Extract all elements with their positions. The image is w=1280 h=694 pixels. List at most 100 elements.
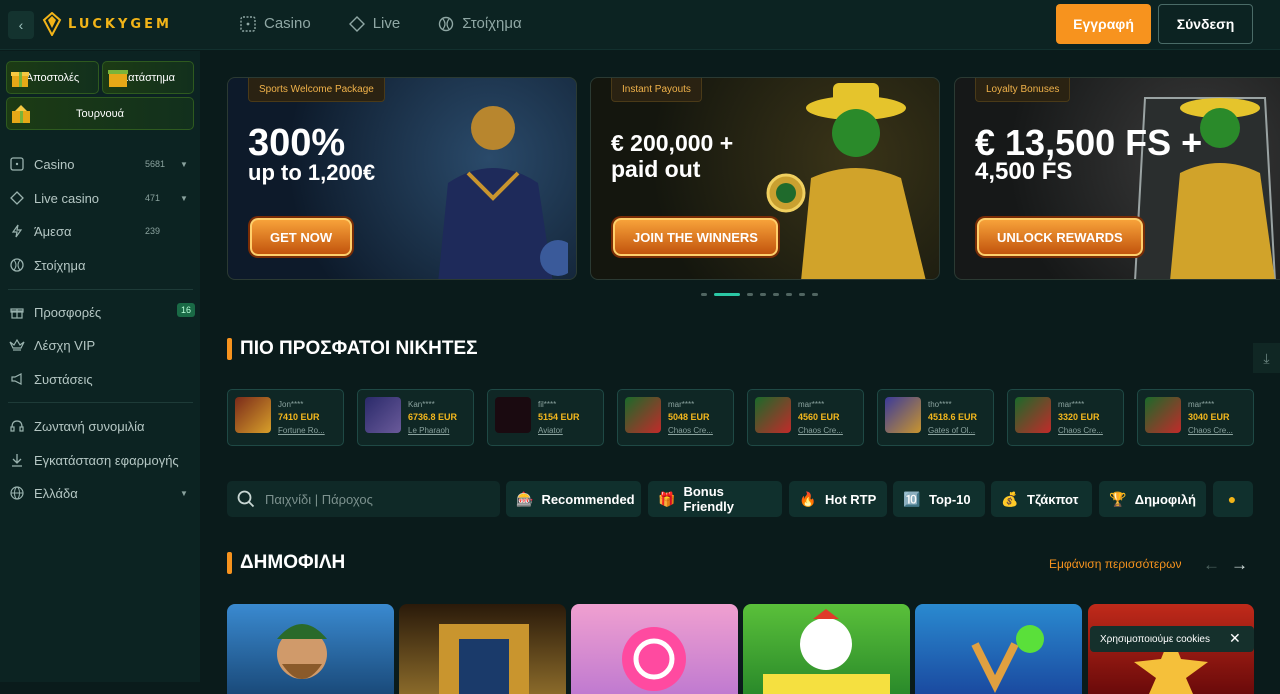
search-input[interactable] — [265, 491, 485, 507]
carousel-dot[interactable] — [773, 293, 779, 296]
promo-missions[interactable]: Αποστολές — [6, 61, 99, 94]
sidebar-item-promotions[interactable]: Προσφορές 16 — [8, 300, 196, 324]
winner-game-link[interactable]: Le Pharaoh — [408, 426, 470, 435]
winner-card[interactable]: Kan**** 6736.8 EUR Le Pharaoh — [357, 389, 474, 446]
game-thumbnail — [495, 397, 531, 433]
winner-game-link[interactable]: Chaos Cre... — [1188, 426, 1250, 435]
nav-casino[interactable]: Casino — [240, 15, 311, 32]
filter-popular[interactable]: 🏆 Δημοφιλή — [1099, 481, 1206, 517]
carousel-dots — [701, 293, 818, 296]
winner-game-link[interactable]: Fortune Ro... — [278, 426, 340, 435]
recent-winners-title: ΠΙΟ ΠΡΟΣΦΑΤΟΙ ΝΙΚΗΤΕΣ — [240, 338, 478, 359]
close-icon[interactable]: ✕ — [1229, 630, 1241, 647]
game-card[interactable] — [915, 604, 1082, 694]
winner-game-link[interactable]: Chaos Cre... — [668, 426, 730, 435]
filter-more[interactable]: ● — [1213, 481, 1253, 517]
filter-top-10[interactable]: 🔟 Top-10 — [893, 481, 985, 517]
filter-hot-rtp[interactable]: 🔥 Hot RTP — [789, 481, 887, 517]
banner-tag: Sports Welcome Package — [248, 78, 385, 102]
winner-username: mar**** — [1188, 400, 1215, 409]
carousel-dot[interactable] — [714, 293, 740, 296]
winner-card[interactable]: Jon**** 7410 EUR Fortune Ro... — [227, 389, 344, 446]
search-box[interactable] — [227, 481, 500, 517]
promo-tournaments[interactable]: Τουρνουά — [6, 97, 194, 130]
top-nav: Casino Live Στοίχημα — [240, 15, 522, 32]
carousel-dot[interactable] — [799, 293, 805, 296]
fisherman-game-art — [277, 624, 327, 679]
sidebar-item-sports[interactable]: Στοίχημα — [8, 253, 192, 277]
filter-bonus-friendly[interactable]: 🎁 Bonus Friendly — [648, 481, 782, 517]
nav-live[interactable]: Live — [348, 15, 400, 32]
winner-card[interactable]: mar**** 5048 EUR Chaos Cre... — [617, 389, 734, 446]
carousel-dot[interactable] — [786, 293, 792, 296]
nav-sports[interactable]: Στοίχημα — [438, 15, 522, 32]
get-now-button[interactable]: GET NOW — [250, 218, 353, 256]
promo-tournaments-label: Τουρνουά — [76, 107, 124, 120]
chevron-down-icon[interactable]: ▼ — [180, 194, 188, 203]
chevron-down-icon[interactable]: ▼ — [180, 489, 188, 498]
banner-sports-welcome[interactable]: Sports Welcome Package 300% up to 1,200€… — [227, 77, 577, 280]
sidebar-item-install-app[interactable]: Εγκατάσταση εφαρμογής — [8, 448, 192, 472]
arrow-left-icon[interactable]: ← — [1203, 555, 1220, 575]
promo-shop[interactable]: Κατάστημα — [102, 61, 194, 94]
unlock-rewards-button[interactable]: UNLOCK REWARDS — [977, 218, 1143, 256]
winner-card[interactable]: mar**** 3320 EUR Chaos Cre... — [1007, 389, 1124, 446]
winner-card[interactable]: tho**** 4518.6 EUR Gates of Ol... — [877, 389, 994, 446]
banner-instant-payouts[interactable]: Instant Payouts € 200,000 + paid out JOI… — [590, 77, 940, 280]
sidebar-item-label: Συστάσεις — [34, 371, 93, 387]
carousel-dot[interactable] — [812, 293, 818, 296]
sidebar-item-live-chat[interactable]: Ζωντανή συνομιλία — [8, 414, 192, 438]
banner-tag: Instant Payouts — [611, 78, 702, 102]
sidebar-item-referrals[interactable]: Συστάσεις — [8, 367, 192, 391]
banner-headline: € 200,000 + — [611, 130, 734, 156]
game-card[interactable] — [399, 604, 566, 694]
winner-card[interactable]: mar**** 4560 EUR Chaos Cre... — [747, 389, 864, 446]
carousel-dot[interactable] — [747, 293, 753, 296]
heading-accent-bar — [227, 552, 232, 574]
winner-amount: 5048 EUR — [668, 412, 710, 422]
count-badge: 239 — [145, 226, 161, 236]
filter-jackpot[interactable]: 💰 Τζάκποτ — [991, 481, 1092, 517]
game-card[interactable] — [743, 604, 910, 694]
winner-username: fil**** — [538, 400, 557, 409]
chevron-down-icon[interactable]: ▼ — [180, 160, 188, 169]
winner-game-link[interactable]: Chaos Cre... — [1058, 426, 1120, 435]
join-the-winners-button[interactable]: JOIN THE WINNERS — [613, 218, 778, 256]
carousel-dot[interactable] — [701, 293, 707, 296]
sidebar-item-language[interactable]: Ελλάδα ▼ — [8, 481, 192, 505]
download-icon[interactable]: ⤓ — [1253, 343, 1280, 373]
winner-amount: 4518.6 EUR — [928, 412, 978, 422]
winner-card[interactable]: mar**** 3040 EUR Chaos Cre... — [1137, 389, 1254, 446]
throne-man-illustration — [1134, 97, 1276, 279]
sidebar-item-label: Casino — [34, 156, 75, 172]
filter-recommended[interactable]: 🎰 Recommended — [506, 481, 641, 517]
filter-label: Τζάκποτ — [1027, 491, 1079, 507]
sidebar-item-label: Ελλάδα — [34, 485, 78, 501]
sidebar-item-live-casino[interactable]: Live casino 471 ▼ — [8, 186, 192, 210]
megaphone-icon — [8, 370, 26, 388]
chip-icon — [8, 189, 26, 207]
winner-card[interactable]: fil**** 5154 EUR Aviator — [487, 389, 604, 446]
sidebar-item-vip[interactable]: Λέσχη VIP — [8, 333, 192, 357]
winner-game-link[interactable]: Aviator — [538, 426, 600, 435]
game-card[interactable] — [227, 604, 394, 694]
game-card[interactable] — [571, 604, 738, 694]
login-button[interactable]: Σύνδεση — [1158, 4, 1253, 44]
slingshot-game-art — [971, 625, 1044, 693]
winner-game-link[interactable]: Chaos Cre... — [798, 426, 860, 435]
sidebar-item-instant[interactable]: Άμεσα 239 — [8, 219, 192, 243]
logo-text: LUCKYGEM — [68, 16, 172, 32]
sidebar-item-casino[interactable]: Casino 5681 ▼ — [8, 152, 192, 176]
arrow-right-icon[interactable]: → — [1231, 555, 1248, 575]
logo[interactable]: LUCKYGEM — [42, 12, 172, 36]
dice-icon — [240, 15, 256, 32]
show-more-link[interactable]: Εμφάνιση περισσότερων — [1049, 557, 1181, 571]
carousel-dot[interactable] — [760, 293, 766, 296]
winner-game-link[interactable]: Gates of Ol... — [928, 426, 990, 435]
promotions-count-badge: 16 — [177, 303, 196, 317]
register-button[interactable]: Εγγραφή — [1056, 4, 1151, 44]
sidebar-item-label: Live casino — [34, 190, 100, 206]
collapse-sidebar-button[interactable]: ‹ — [8, 11, 34, 39]
filter-label: Top-10 — [929, 491, 971, 507]
banner-loyalty-bonuses[interactable]: Loyalty Bonuses € 13,500 FS + 4,500 FS U… — [954, 77, 1280, 280]
